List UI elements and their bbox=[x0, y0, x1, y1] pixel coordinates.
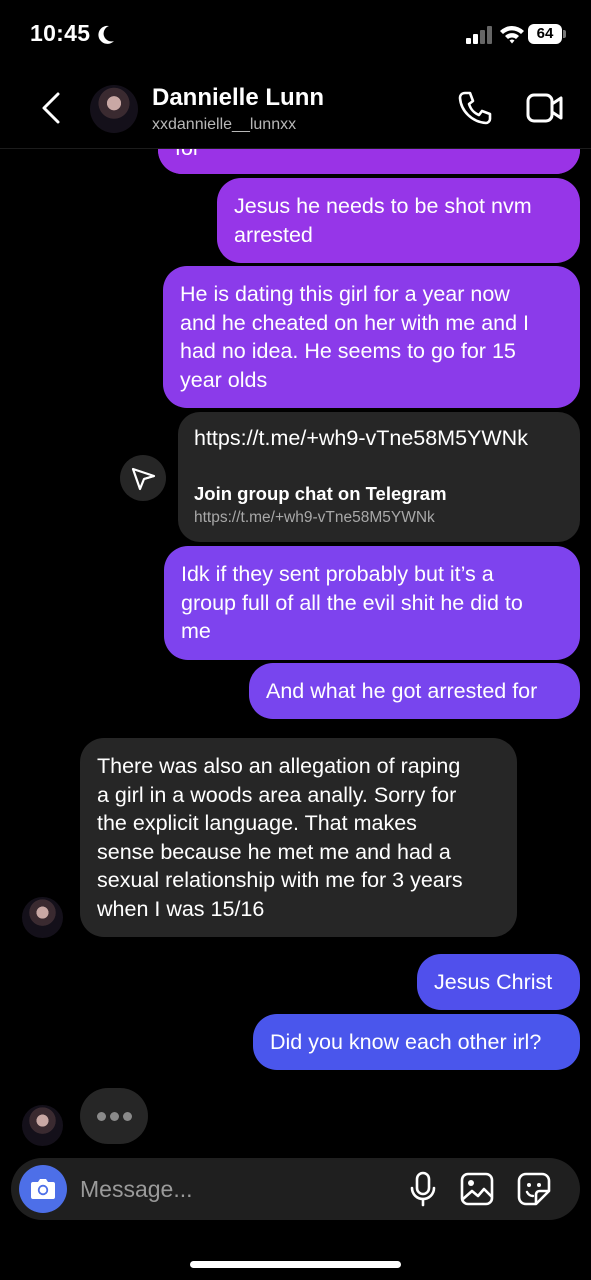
message-line: the explicit language. That makes bbox=[97, 811, 417, 836]
message-line: me bbox=[181, 619, 211, 644]
home-indicator[interactable] bbox=[190, 1261, 401, 1268]
partial-bubble-bottom: for bbox=[158, 149, 580, 174]
message-line: There was also an allegation of raping bbox=[97, 754, 461, 778]
wifi-icon bbox=[500, 26, 524, 44]
typing-dot bbox=[123, 1112, 132, 1121]
typing-dot bbox=[97, 1112, 106, 1121]
link-preview-card[interactable]: https://t.me/+wh9-vTne58M5YWNk Join grou… bbox=[178, 412, 580, 542]
microphone-icon[interactable] bbox=[407, 1171, 439, 1207]
video-camera-icon[interactable] bbox=[525, 92, 565, 124]
status-time: 10:45 bbox=[30, 20, 91, 46]
sender-avatar[interactable] bbox=[22, 1105, 63, 1146]
sent-message[interactable]: Jesus he needs to be shot nvm arrested bbox=[217, 178, 580, 263]
sent-message[interactable]: Idk if they sent probably but it’s a gro… bbox=[164, 546, 580, 660]
gallery-icon[interactable] bbox=[459, 1171, 495, 1207]
contact-username[interactable]: xxdannielle__lunnxx bbox=[152, 116, 296, 134]
message-line: Jesus he needs to be shot nvm bbox=[234, 194, 532, 218]
send-icon bbox=[131, 467, 156, 491]
message-line: had no idea. He seems to go for 15 bbox=[180, 339, 516, 364]
share-button[interactable] bbox=[120, 455, 166, 501]
message-line: Did you know each other irl? bbox=[270, 1030, 542, 1054]
camera-button[interactable] bbox=[19, 1165, 67, 1213]
sticker-icon[interactable] bbox=[516, 1171, 552, 1207]
sent-message[interactable]: Did you know each other irl? bbox=[253, 1014, 580, 1070]
link-preview-url: https://t.me/+wh9-vTne58M5YWNk bbox=[194, 509, 435, 526]
battery-icon: 64 bbox=[528, 24, 562, 44]
message-line: He is dating this girl for a year now bbox=[180, 282, 510, 306]
battery-cap bbox=[563, 30, 566, 38]
message-line: And what he got arrested for bbox=[266, 679, 538, 703]
signal-icon bbox=[466, 26, 492, 44]
avatar[interactable] bbox=[90, 85, 138, 133]
contact-name[interactable]: Dannielle Lunn bbox=[152, 84, 324, 112]
typing-dot bbox=[110, 1112, 119, 1121]
message-line: sexual relationship with me for 3 years bbox=[97, 868, 463, 893]
typing-indicator bbox=[80, 1088, 148, 1144]
link-preview-title: Join group chat on Telegram bbox=[194, 483, 447, 504]
message-line: a girl in a woods area anally. Sorry for bbox=[97, 782, 457, 807]
message-line: group full of all the evil shit he did t… bbox=[181, 590, 523, 615]
message-line: and he cheated on her with me and I bbox=[180, 310, 530, 335]
message-line: sense because he met me and had a bbox=[97, 839, 451, 864]
phone-icon[interactable] bbox=[457, 90, 493, 126]
message-line: arrested bbox=[234, 222, 313, 247]
message-line: when I was 15/16 bbox=[97, 896, 265, 921]
message-input[interactable]: Message... bbox=[80, 1176, 193, 1203]
camera-icon bbox=[31, 1179, 55, 1199]
moon-icon bbox=[98, 25, 114, 44]
message-line: year olds bbox=[180, 367, 268, 392]
sent-message[interactable]: Jesus Christ bbox=[417, 954, 580, 1010]
sent-message[interactable]: He is dating this girl for a year now an… bbox=[163, 266, 580, 408]
back-chevron-icon[interactable] bbox=[38, 91, 64, 125]
link-url-text[interactable]: https://t.me/+wh9-vTne58M5YWNk bbox=[194, 426, 528, 451]
message-line: Idk if they sent probably but it’s a bbox=[181, 562, 494, 586]
sent-message[interactable]: And what he got arrested for bbox=[249, 663, 580, 719]
message-text: for bbox=[175, 149, 200, 161]
received-message[interactable]: There was also an allegation of raping a… bbox=[80, 738, 517, 937]
message-line: Jesus Christ bbox=[434, 970, 553, 994]
battery-level: 64 bbox=[536, 25, 554, 42]
sender-avatar[interactable] bbox=[22, 897, 63, 938]
